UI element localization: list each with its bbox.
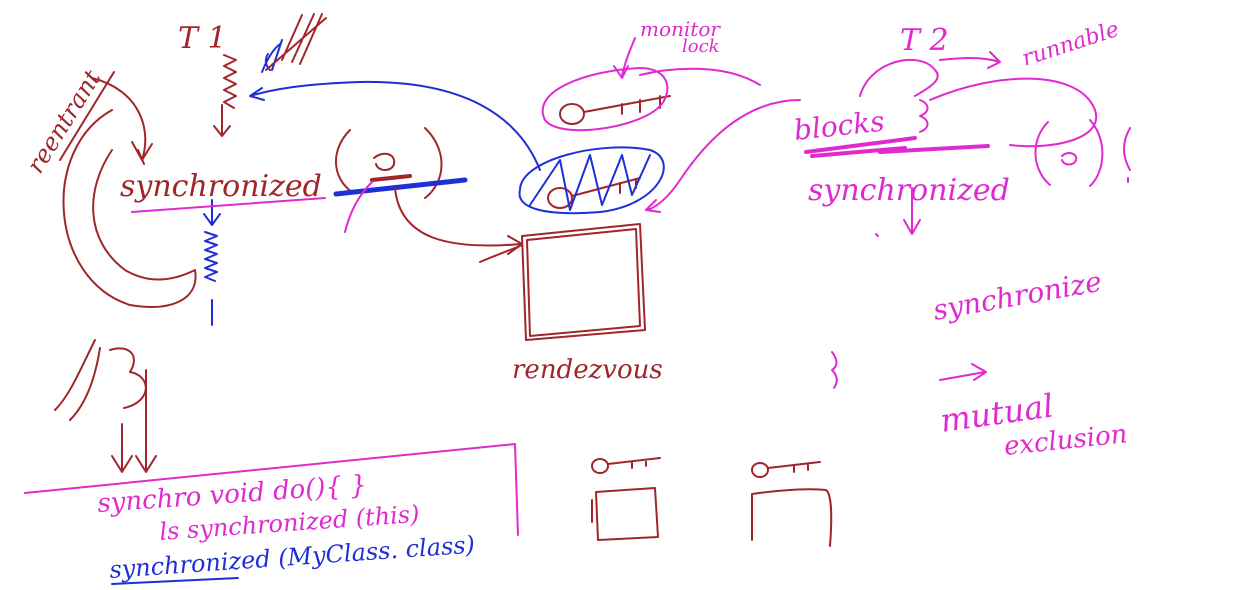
mutual-exclusion-group: synchronize mutual exclusion [831,265,1129,462]
key-icon-right [751,461,821,478]
t1-blue-squiggle [203,199,221,326]
monitor-lock-arrow [613,37,636,79]
arrow-to-rendezvous [394,187,523,263]
rendezvous-label: rendezvous [512,355,663,385]
t2-group: T 2 runnable blocks synchronized [792,17,1131,237]
lock-pair-group [591,457,833,547]
runnable-label: runnable [1019,17,1122,72]
code-paren-marks [54,339,147,421]
top-key-icon [559,95,671,125]
reentrant-label: reentrant [21,65,106,178]
sync-left-group: synchronized [120,127,523,263]
crossed-scribble [261,39,283,73]
t2-loop [859,58,1098,148]
t1-label: T 1 [178,21,227,56]
lock-label: lock [682,36,720,57]
bottom-key-blue-scribble [518,146,665,215]
sync-right-dot [875,233,879,237]
box-left [591,487,659,541]
synchronized-right-label: synchronized [808,173,1010,208]
reentrant-loop-arrow [91,77,153,165]
monitor-lock-group: monitor lock [518,17,801,215]
bottom-key-icon [547,177,641,209]
blue-connector-curve [249,80,541,171]
sync-right-parens [1034,119,1131,187]
synchronize-label: synchronize [930,265,1104,327]
magenta-curve-to-key [639,67,801,213]
code-down-arrows [111,369,157,473]
synchronized-left-label: synchronized [120,169,322,204]
whiteboard-canvas: T 1 reentrant synchronized monitor lock [21,13,1131,585]
t1-squiggle [213,54,237,137]
sync-left-blue-bar [333,177,468,197]
synchronize-arrow [939,363,987,381]
rendezvous-group: rendezvous [512,223,663,385]
sync-left-brown-bar [370,174,412,182]
blocks-label: blocks [792,105,886,147]
runnable-arrow [939,51,1001,69]
blocks-bracket [919,99,929,133]
rendezvous-box [521,223,646,341]
key-icon-left [591,457,661,474]
code-group: synchro void do(){ } ls synchronized (th… [24,339,519,585]
brace-mark [831,351,838,389]
strike-lines [265,13,327,71]
t2-label: T 2 [900,23,949,58]
box-right [751,488,833,547]
